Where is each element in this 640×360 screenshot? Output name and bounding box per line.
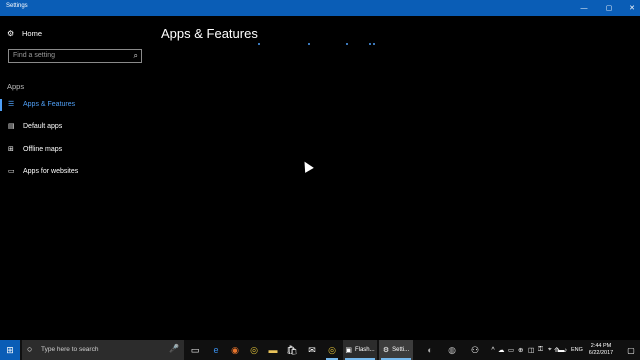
network-icon[interactable]: ⟰ [554, 346, 564, 354]
default-apps-icon: ▤ [8, 123, 15, 130]
taskbar: ⊞ ○ Type here to search 🎤 ▭ e ◉ ◎ ▬ 🛍 ✉ … [0, 340, 640, 360]
task-label: Flash... [354, 347, 375, 353]
map-icon: ⊞ [8, 146, 14, 153]
sidebar-item-apps-for-websites[interactable]: ▭ Apps for websites [0, 165, 150, 179]
list-icon: ☰ [8, 101, 15, 108]
tray-app-icon[interactable]: ⚿ [538, 346, 548, 354]
loading-dot [369, 43, 371, 45]
loading-dot [308, 43, 310, 45]
section-label-apps: Apps [7, 82, 25, 91]
store-icon[interactable]: 🛍 [283, 340, 301, 360]
clock-date: 6/22/2017 [588, 350, 614, 356]
user-avatar-icon[interactable]: ◐ [421, 340, 439, 360]
home-label: Home [22, 29, 43, 38]
taskbar-task-flash[interactable]: ▣ Flash... [343, 340, 377, 360]
edge-icon[interactable]: e [207, 340, 225, 360]
windows-icon: ⊞ [6, 344, 14, 355]
microphone-icon[interactable]: 🎤 [169, 344, 179, 353]
search-placeholder: Find a setting [13, 52, 56, 59]
minimize-button[interactable]: — [573, 0, 595, 16]
sidebar-item-default-apps[interactable]: ▤ Default apps [0, 120, 150, 134]
action-center-icon[interactable]: ▢ [622, 340, 640, 360]
page-title: Apps & Features [161, 26, 258, 41]
loading-dot [258, 43, 260, 45]
settings-icon: ⚙ [382, 347, 390, 354]
loading-dot [346, 43, 348, 45]
maximize-button[interactable]: ▢ [598, 0, 620, 16]
tray-app-icon[interactable]: ⊕ [518, 346, 528, 354]
home-nav-item[interactable]: ⚙ Home [7, 29, 42, 38]
chrome-icon[interactable]: ◎ [323, 340, 341, 360]
active-indicator [0, 99, 2, 111]
start-button[interactable]: ⊞ [0, 340, 20, 360]
title-bar: Settings — ▢ ✕ [0, 0, 640, 16]
sidebar-item-offline-maps[interactable]: ⊞ Offline maps [0, 143, 150, 157]
close-button[interactable]: ✕ [621, 0, 640, 16]
file-explorer-icon[interactable]: ▬ [264, 340, 282, 360]
websites-icon: ▭ [8, 168, 15, 175]
cortana-icon: ○ [27, 344, 33, 354]
clock-time: 2:44 PM [590, 343, 612, 349]
taskbar-task-settings[interactable]: ⚙ Setti... [379, 340, 413, 360]
clock[interactable]: 2:44 PM 6/22/2017 [586, 343, 616, 357]
globe-icon[interactable]: ◍ [443, 340, 461, 360]
loading-indicator [256, 43, 386, 47]
people-icon[interactable]: ⚇ [466, 340, 484, 360]
search-input[interactable]: Find a setting ⌕ [8, 49, 142, 63]
taskbar-search-box[interactable]: ○ Type here to search 🎤 [22, 340, 184, 360]
task-label: Setti... [392, 347, 410, 353]
tray-app-icon[interactable]: ◫ [528, 346, 538, 354]
sidebar-item-label: Default apps [23, 123, 63, 130]
search-icon[interactable]: ⌕ [134, 51, 138, 61]
sidebar-item-apps-features[interactable]: ☰ Apps & Features [0, 98, 150, 112]
mouse-cursor [300, 159, 314, 173]
tray-app-icon[interactable]: ▭ [508, 346, 518, 354]
mail-icon[interactable]: ✉ [303, 340, 321, 360]
taskbar-search-placeholder: Type here to search [41, 346, 99, 353]
sidebar-item-label: Apps for websites [23, 168, 79, 175]
flash-window-icon: ▣ [345, 347, 352, 354]
window-title: Settings [6, 3, 28, 9]
onedrive-icon[interactable]: ☁ [498, 346, 508, 354]
sidebar-item-label: Offline maps [23, 146, 63, 153]
sidebar-item-label: Apps & Features [23, 101, 76, 108]
language-indicator[interactable]: ENG [571, 340, 583, 360]
loading-dot [373, 43, 375, 45]
task-view-icon[interactable]: ▭ [186, 340, 204, 360]
firefox-icon[interactable]: ◉ [226, 340, 244, 360]
chrome-icon[interactable]: ◎ [245, 340, 263, 360]
gear-icon: ⚙ [7, 29, 15, 38]
